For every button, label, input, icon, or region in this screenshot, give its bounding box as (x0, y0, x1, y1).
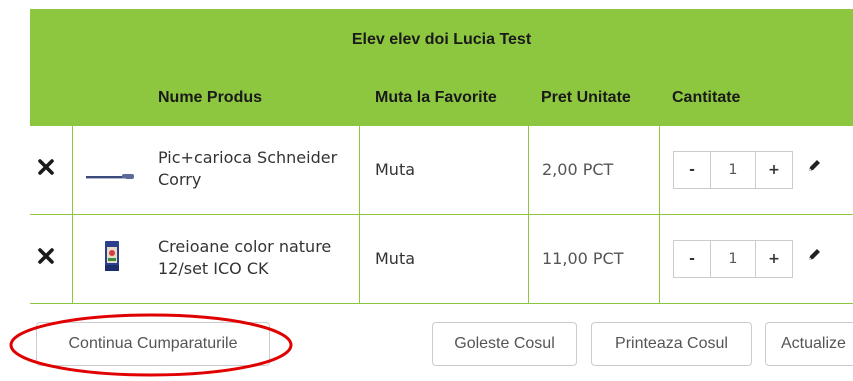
cart-table: Elev elev doi Lucia Test Nume Produs Mut… (30, 9, 853, 304)
divider (72, 126, 73, 214)
pen-icon (86, 174, 134, 179)
product-thumbnail (86, 166, 134, 185)
decrement-button[interactable]: - (674, 241, 710, 277)
cart-user-name: Elev elev doi Lucia Test (351, 31, 532, 48)
column-name: Nume Produs (158, 89, 263, 106)
divider (359, 126, 360, 214)
decrement-button[interactable]: - (674, 152, 710, 188)
divider (528, 126, 529, 214)
pencil-icon (809, 160, 820, 171)
quantity-stepper: - 1 + (673, 151, 793, 189)
column-price: Pret Unitate (541, 89, 631, 106)
close-icon (38, 248, 54, 264)
pencil-icon (809, 249, 820, 260)
remove-item-button[interactable] (38, 159, 54, 175)
product-name[interactable]: Creioane color nature 12/set ICO CK (158, 236, 348, 280)
pencil-box-icon (105, 241, 119, 271)
product-name[interactable]: Pic+carioca Schneider Corry (158, 147, 348, 191)
divider (659, 215, 660, 303)
column-quantity: Cantitate (672, 89, 741, 106)
increment-button[interactable]: + (756, 241, 792, 277)
increment-button[interactable]: + (756, 152, 792, 188)
print-cart-button[interactable]: Printeaza Cosul (591, 322, 752, 366)
product-thumbnail (104, 241, 120, 275)
cart-header: Elev elev doi Lucia Test Nume Produs Mut… (30, 9, 853, 126)
divider (659, 126, 660, 214)
divider (528, 215, 529, 303)
close-icon (38, 159, 54, 175)
remove-item-button[interactable] (38, 248, 54, 264)
unit-price: 11,00 PCT (542, 249, 624, 268)
move-to-favorites-link[interactable]: Muta (375, 160, 415, 179)
column-favorite: Muta la Favorite (375, 89, 497, 106)
divider (359, 215, 360, 303)
quantity-input[interactable]: 1 (710, 152, 756, 188)
empty-cart-button[interactable]: Goleste Cosul (432, 322, 577, 366)
quantity-input[interactable]: 1 (710, 241, 756, 277)
divider (72, 215, 73, 303)
update-cart-button[interactable]: Actualize (765, 322, 853, 366)
table-row: Pic+carioca Schneider Corry Muta 2,00 PC… (30, 126, 853, 215)
move-to-favorites-link[interactable]: Muta (375, 249, 415, 268)
edit-quantity-button[interactable] (806, 247, 822, 267)
continue-shopping-button[interactable]: Continua Cumparaturile (36, 322, 270, 366)
unit-price: 2,00 PCT (542, 160, 614, 179)
quantity-stepper: - 1 + (673, 240, 793, 278)
edit-quantity-button[interactable] (806, 158, 822, 178)
table-row: Creioane color nature 12/set ICO CK Muta… (30, 215, 853, 304)
